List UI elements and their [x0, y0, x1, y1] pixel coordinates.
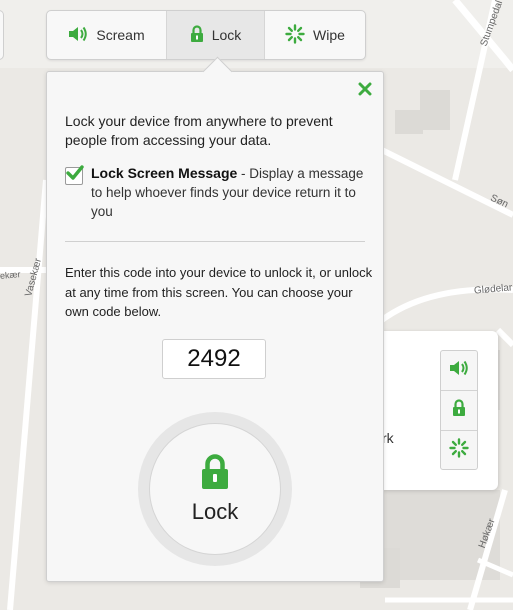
lock-screen-message-checkbox[interactable]	[64, 164, 84, 186]
card-lock-button[interactable]	[441, 390, 477, 430]
speaker-icon	[449, 359, 469, 382]
spinner-icon	[285, 23, 305, 47]
divider	[65, 241, 365, 242]
scream-label: Scream	[96, 27, 145, 43]
lock-tab[interactable]: Lock	[166, 11, 264, 59]
lock-intro-text: Lock your device from anywhere to preven…	[65, 113, 333, 148]
card-scream-button[interactable]	[441, 351, 477, 390]
lock-panel: Lock your device from anywhere to preven…	[46, 56, 384, 582]
checkmark-icon	[64, 164, 84, 186]
wipe-tab[interactable]: Wipe	[264, 11, 365, 59]
toolbar-left-edge	[0, 10, 4, 60]
lock-button-label: Lock	[191, 498, 239, 524]
lock-button[interactable]: Lock	[149, 423, 281, 555]
padlock-icon	[452, 399, 466, 422]
unlock-code-input[interactable]	[162, 339, 266, 379]
device-card: rk	[382, 331, 498, 490]
code-description: Enter this code into your device to unlo…	[65, 265, 373, 319]
lock-screen-message-option: Lock Screen Message - Display a message …	[65, 164, 370, 221]
device-card-actions	[440, 350, 478, 470]
lock-label: Lock	[211, 27, 242, 43]
speaker-icon	[68, 25, 88, 46]
option-title: Lock Screen Message	[91, 165, 238, 181]
padlock-icon	[200, 453, 230, 495]
lock-button-ring: Lock	[138, 412, 292, 566]
wipe-label: Wipe	[313, 27, 345, 43]
street-label: ekær	[0, 269, 21, 281]
padlock-icon	[190, 24, 204, 46]
scream-tab[interactable]: Scream	[47, 11, 166, 59]
card-wipe-button[interactable]	[441, 430, 477, 470]
close-button[interactable]	[356, 81, 374, 99]
lock-screen-message-text: Lock Screen Message - Display a message …	[91, 164, 370, 221]
action-toolbar: Scream Lock Wipe	[46, 10, 366, 60]
close-icon	[358, 80, 372, 100]
spinner-icon	[449, 438, 469, 463]
